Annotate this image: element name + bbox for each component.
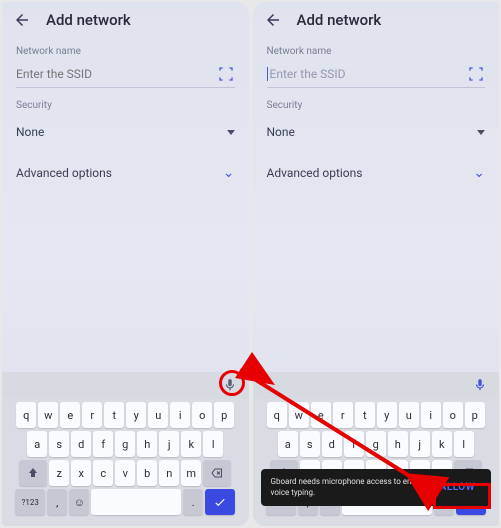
key-s[interactable]: s bbox=[300, 431, 320, 457]
header: Add network bbox=[253, 2, 500, 38]
phone-screenshot-left: Add network Network name Security None A… bbox=[2, 2, 249, 526]
key-y[interactable]: y bbox=[126, 402, 146, 428]
backspace-key[interactable] bbox=[203, 460, 231, 486]
key-s[interactable]: s bbox=[49, 431, 69, 457]
header: Add network bbox=[2, 2, 249, 38]
emoji-key[interactable]: ☺ bbox=[69, 489, 89, 515]
key-d[interactable]: d bbox=[322, 431, 342, 457]
advanced-options[interactable]: Advanced options ⌄ bbox=[267, 159, 486, 187]
key-b[interactable]: b bbox=[137, 460, 157, 486]
keyboard-suggestion-bar bbox=[2, 372, 249, 398]
back-button[interactable] bbox=[263, 10, 283, 30]
key-r[interactable]: r bbox=[333, 402, 353, 428]
enter-key[interactable] bbox=[205, 489, 235, 515]
key-z[interactable]: z bbox=[49, 460, 69, 486]
page-title: Add network bbox=[46, 11, 131, 29]
period-key[interactable]: . bbox=[183, 489, 203, 515]
key-r[interactable]: r bbox=[82, 402, 102, 428]
key-a[interactable]: a bbox=[278, 431, 298, 457]
key-p[interactable]: p bbox=[465, 402, 485, 428]
key-n[interactable]: n bbox=[159, 460, 179, 486]
security-label: Security bbox=[267, 100, 486, 111]
back-button[interactable] bbox=[12, 10, 32, 30]
key-p[interactable]: p bbox=[214, 402, 234, 428]
key-k[interactable]: k bbox=[432, 431, 452, 457]
advanced-options[interactable]: Advanced options ⌄ bbox=[16, 159, 235, 187]
key-w[interactable]: w bbox=[38, 402, 58, 428]
advanced-label: Advanced options bbox=[267, 166, 363, 180]
advanced-label: Advanced options bbox=[16, 166, 112, 180]
security-select[interactable]: None bbox=[267, 119, 486, 145]
key-u[interactable]: u bbox=[399, 402, 419, 428]
key-j[interactable]: j bbox=[159, 431, 179, 457]
key-h[interactable]: h bbox=[137, 431, 157, 457]
key-t[interactable]: t bbox=[355, 402, 375, 428]
key-e[interactable]: e bbox=[60, 402, 80, 428]
comma-key[interactable]: , bbox=[47, 489, 67, 515]
key-q[interactable]: q bbox=[16, 402, 36, 428]
mic-icon[interactable] bbox=[221, 376, 239, 394]
key-v[interactable]: v bbox=[115, 460, 135, 486]
key-e[interactable]: e bbox=[311, 402, 331, 428]
caret-down-icon bbox=[477, 130, 485, 135]
ssid-input-row[interactable]: Enter the SSID bbox=[267, 61, 486, 88]
keyboard[interactable]: qwertyuiop asdfghjkl zxcvbnm ?123,☺. bbox=[2, 398, 249, 526]
page-title: Add network bbox=[297, 11, 382, 29]
security-value: None bbox=[267, 125, 295, 139]
ssid-input-row[interactable] bbox=[16, 61, 235, 88]
network-name-label: Network name bbox=[267, 46, 486, 57]
key-t[interactable]: t bbox=[104, 402, 124, 428]
key-a[interactable]: a bbox=[27, 431, 47, 457]
key-k[interactable]: k bbox=[181, 431, 201, 457]
key-c[interactable]: c bbox=[93, 460, 113, 486]
key-x[interactable]: x bbox=[71, 460, 91, 486]
key-y[interactable]: y bbox=[377, 402, 397, 428]
network-name-label: Network name bbox=[16, 46, 235, 57]
key-l[interactable]: l bbox=[454, 431, 474, 457]
security-select[interactable]: None bbox=[16, 119, 235, 145]
key-g[interactable]: g bbox=[366, 431, 386, 457]
key-f[interactable]: f bbox=[93, 431, 113, 457]
key-g[interactable]: g bbox=[115, 431, 135, 457]
key-o[interactable]: o bbox=[443, 402, 463, 428]
key-h[interactable]: h bbox=[388, 431, 408, 457]
shift-key[interactable] bbox=[19, 460, 47, 486]
chevron-down-icon: ⌄ bbox=[223, 165, 235, 181]
security-value: None bbox=[16, 125, 44, 139]
keyboard-suggestion-bar bbox=[253, 372, 500, 398]
key-q[interactable]: q bbox=[267, 402, 287, 428]
allow-button[interactable]: ALLOW bbox=[434, 479, 481, 496]
caret-down-icon bbox=[227, 130, 235, 135]
keyboard[interactable]: qwertyuiop asdfghjkl zxcvbnm ?123,☺. bbox=[253, 398, 500, 526]
key-f[interactable]: f bbox=[344, 431, 364, 457]
key-i[interactable]: i bbox=[421, 402, 441, 428]
key-d[interactable]: d bbox=[71, 431, 91, 457]
key-j[interactable]: j bbox=[410, 431, 430, 457]
ssid-input[interactable]: Enter the SSID bbox=[267, 67, 468, 82]
permission-snackbar: Gboard needs microphone access to enable… bbox=[261, 469, 492, 506]
mic-icon[interactable] bbox=[471, 376, 489, 394]
symbols-key[interactable]: ?123 bbox=[15, 489, 45, 515]
qr-scan-icon[interactable] bbox=[467, 65, 485, 83]
key-o[interactable]: o bbox=[192, 402, 212, 428]
key-m[interactable]: m bbox=[181, 460, 201, 486]
space-key[interactable] bbox=[91, 489, 181, 515]
key-l[interactable]: l bbox=[203, 431, 223, 457]
ssid-input[interactable] bbox=[16, 67, 217, 81]
phone-screenshot-right: Add network Network name Enter the SSID … bbox=[253, 2, 500, 526]
key-i[interactable]: i bbox=[170, 402, 190, 428]
key-w[interactable]: w bbox=[289, 402, 309, 428]
snackbar-message: Gboard needs microphone access to enable… bbox=[271, 477, 434, 498]
qr-scan-icon[interactable] bbox=[217, 65, 235, 83]
security-label: Security bbox=[16, 100, 235, 111]
chevron-down-icon: ⌄ bbox=[473, 165, 485, 181]
key-u[interactable]: u bbox=[148, 402, 168, 428]
